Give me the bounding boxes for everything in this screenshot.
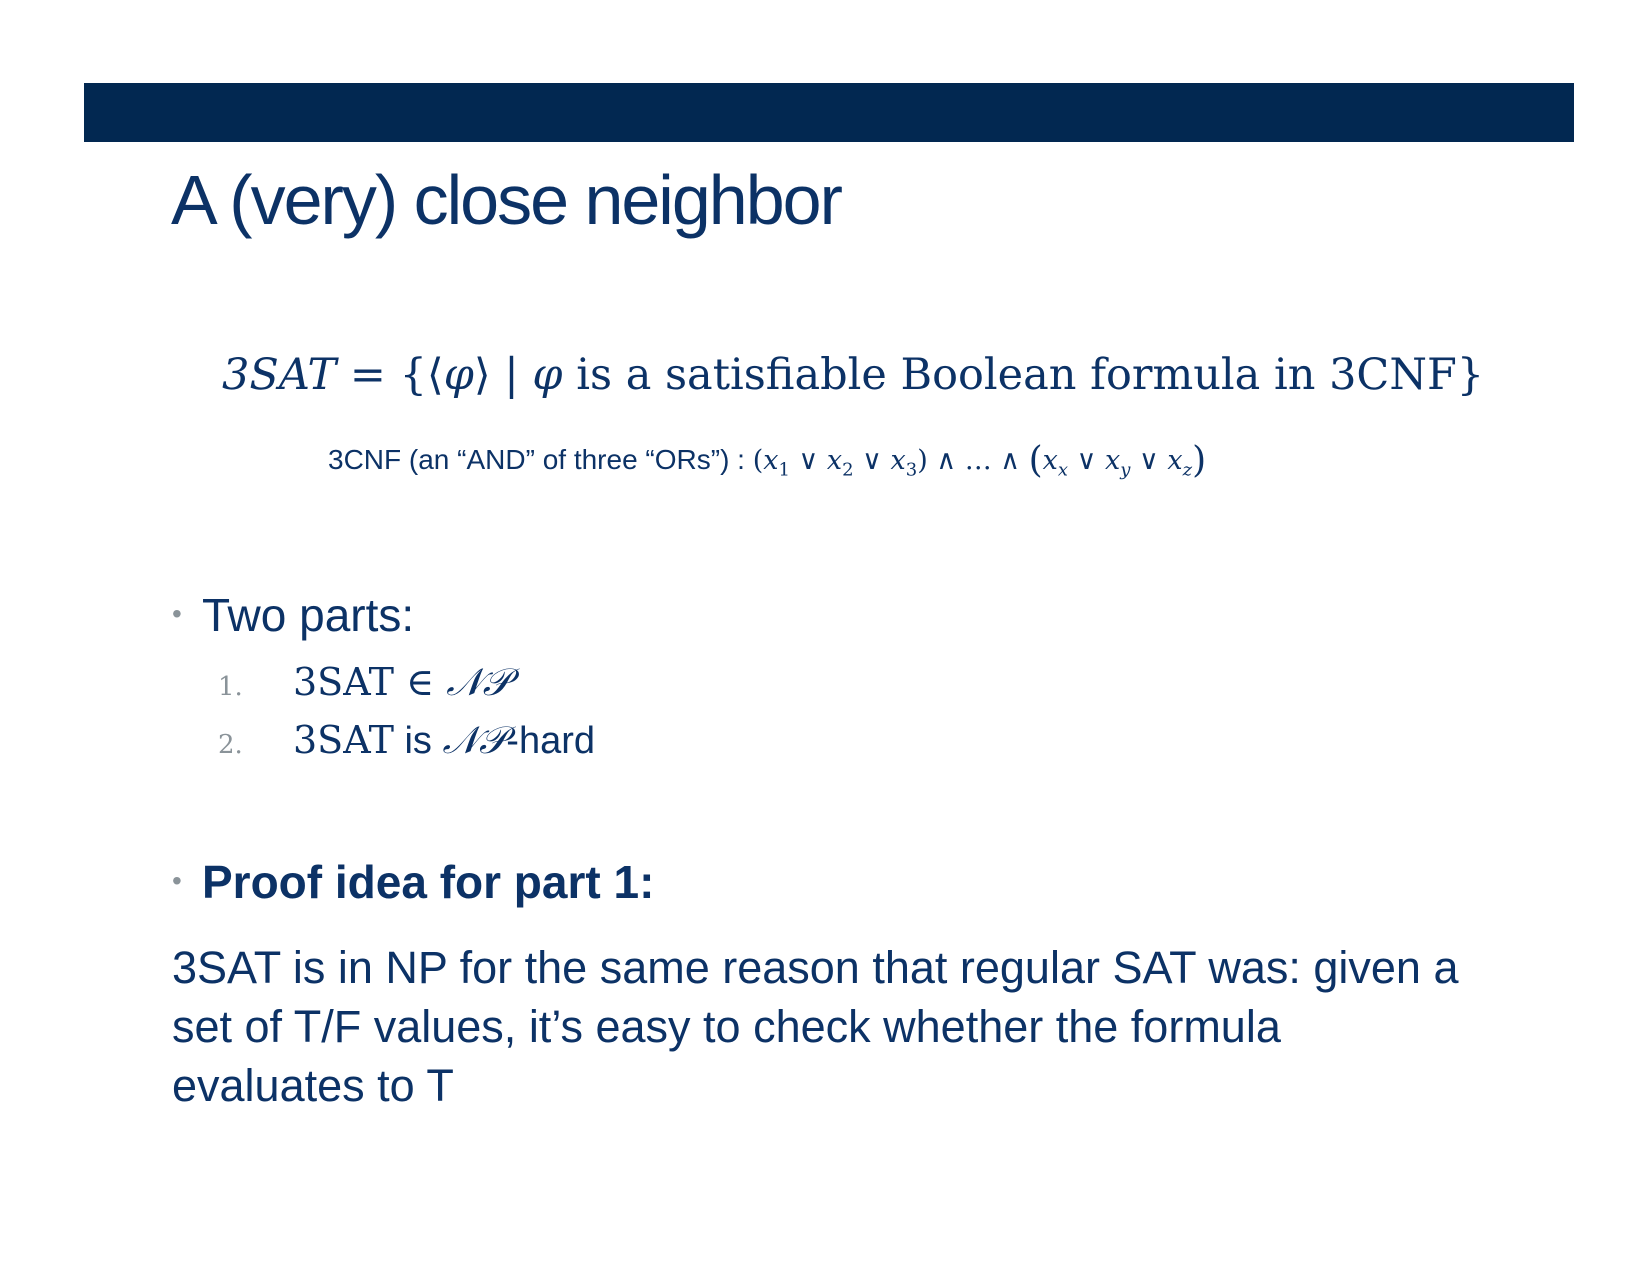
- definition-mid: ⟩ |: [473, 350, 533, 400]
- var-xy: x: [1105, 445, 1121, 476]
- var-x2: x: [826, 445, 843, 476]
- sub-2: 2: [842, 459, 854, 481]
- definition-phi-2: φ: [532, 350, 563, 400]
- cnf-formula: (x1 ∨ x2 ∨ x3) ∧ … ∧ (xx ∨ xy ∨ xz): [752, 440, 1206, 481]
- list-text-post: -hard: [506, 720, 596, 762]
- slide-title: A (very) close neighbor: [171, 161, 843, 239]
- definition-phi: φ: [443, 350, 474, 400]
- list-number: 2.: [218, 730, 243, 760]
- bullet-proof-idea: • Proof idea for part 1:: [172, 855, 654, 910]
- list-item-2: 2. 3SAT is 𝒩𝒫-hard: [218, 718, 595, 763]
- sub-1: 1: [778, 459, 790, 481]
- paren-open: (: [752, 445, 764, 476]
- bullet-two-parts: • Two parts:: [172, 588, 414, 643]
- list-text: 3SAT ∈: [293, 660, 447, 704]
- bullet-text: Two parts:: [202, 589, 415, 641]
- cnf-description: 3CNF (an “AND” of three “ORs”) : (x1 ∨ x…: [328, 438, 1206, 485]
- header-bar: [84, 83, 1574, 142]
- np-symbol: 𝒩𝒫: [442, 718, 507, 762]
- paren-open-2: (: [1028, 440, 1043, 481]
- list-text-mid: is: [393, 720, 443, 762]
- bullet-dot-icon: •: [172, 865, 182, 896]
- list-number: 1.: [218, 672, 243, 702]
- bullet-text: Proof idea for part 1:: [202, 856, 655, 908]
- or-symbol: ∨: [853, 445, 891, 476]
- proof-paragraph: 3SAT is in NP for the same reason that r…: [172, 942, 1459, 1111]
- sub-y: y: [1120, 459, 1131, 481]
- var-xz: x: [1167, 445, 1183, 476]
- list-item-1: 1. 3SAT ∈ 𝒩𝒫: [218, 660, 510, 705]
- np-symbol: 𝒩𝒫: [446, 660, 511, 704]
- sub-x: x: [1057, 459, 1069, 481]
- or-symbol: ∨: [1130, 445, 1168, 476]
- list-text: 3SAT: [293, 718, 394, 762]
- definition-rest: is a satisfiable Boolean formula in 3CNF…: [562, 350, 1485, 400]
- cnf-label: 3CNF (an “AND” of three “ORs”) :: [328, 444, 753, 475]
- and-ellipsis: ∧ … ∧: [927, 445, 1029, 476]
- sub-3: 3: [905, 459, 918, 481]
- definition-lhs: 3SAT: [222, 350, 337, 400]
- or-symbol: ∨: [789, 445, 827, 476]
- or-symbol: ∨: [1068, 445, 1105, 476]
- paren-close-2: ): [1192, 440, 1207, 481]
- sub-z: z: [1182, 459, 1193, 481]
- bullet-dot-icon: •: [172, 598, 182, 629]
- var-x3: x: [890, 445, 906, 476]
- definition-equals: = {⟨: [336, 350, 444, 400]
- paren-close: ): [917, 445, 928, 476]
- 3sat-definition: 3SAT = {⟨φ⟩ | φ is a satisfiable Boolean…: [222, 350, 1484, 402]
- var-x1: x: [763, 445, 779, 476]
- var-xx: x: [1042, 445, 1058, 476]
